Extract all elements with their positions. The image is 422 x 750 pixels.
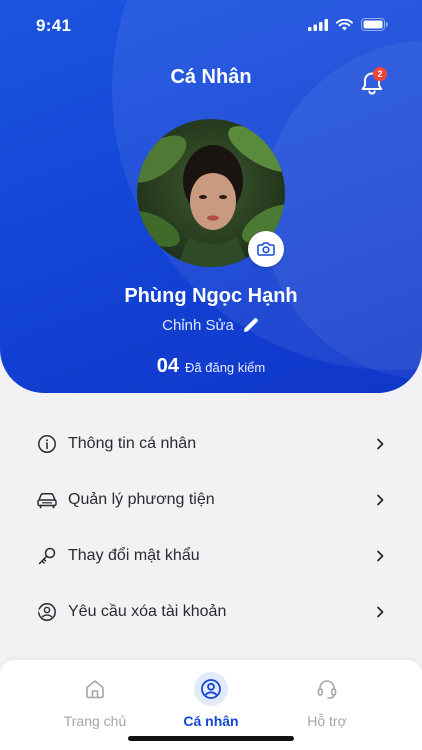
profile-name: Phùng Ngọc Hạnh bbox=[124, 285, 298, 307]
change-avatar-button[interactable] bbox=[248, 231, 284, 267]
tab-home[interactable]: Trang chủ bbox=[45, 672, 145, 729]
notification-badge: 2 bbox=[373, 67, 387, 81]
menu-item-label: Quản lý phương tiện bbox=[68, 491, 215, 508]
wifi-icon bbox=[336, 18, 353, 30]
edit-profile-link[interactable]: Chỉnh Sửa bbox=[0, 316, 422, 334]
menu-item-label: Thông tin cá nhân bbox=[68, 435, 197, 452]
headset-icon bbox=[310, 672, 344, 706]
pencil-icon bbox=[243, 318, 258, 332]
tab-label: Cá nhân bbox=[183, 713, 239, 729]
key-icon bbox=[36, 545, 58, 567]
camera-icon bbox=[257, 242, 275, 256]
tab-label: Trang chủ bbox=[63, 713, 127, 729]
tab-profile[interactable]: Cá nhân bbox=[161, 672, 261, 729]
tab-label: Hỗ trợ bbox=[307, 713, 347, 729]
menu-item-personal-info[interactable]: Thông tin cá nhân bbox=[0, 416, 422, 472]
edit-profile-label: Chỉnh Sửa bbox=[162, 316, 234, 334]
user-circle-icon bbox=[194, 672, 228, 706]
inspection-label: Đã đăng kiểm bbox=[185, 360, 266, 375]
menu-item-label: Thay đổi mật khẩu bbox=[68, 547, 200, 564]
chevron-right-icon bbox=[377, 606, 384, 618]
inspection-stat: 04 Đã đăng kiểm bbox=[0, 355, 422, 378]
status-time: 9:41 bbox=[36, 16, 72, 35]
chevron-right-icon bbox=[377, 494, 384, 506]
menu-item-delete-account[interactable]: Yêu cầu xóa tài khoản bbox=[0, 584, 422, 640]
profile-menu: Thông tin cá nhân Quản lý phương tiện Th… bbox=[0, 416, 422, 640]
tab-support[interactable]: Hỗ trợ bbox=[277, 672, 377, 729]
battery-icon bbox=[361, 18, 388, 31]
user-remove-icon bbox=[36, 601, 58, 623]
chevron-right-icon bbox=[377, 438, 384, 450]
signal-icon bbox=[308, 18, 328, 31]
menu-item-change-password[interactable]: Thay đổi mật khẩu bbox=[0, 528, 422, 584]
menu-item-vehicle-management[interactable]: Quản lý phương tiện bbox=[0, 472, 422, 528]
chevron-right-icon bbox=[377, 550, 384, 562]
info-icon bbox=[36, 433, 58, 455]
status-bar: 9:41 bbox=[0, 0, 422, 50]
inspection-count: 04 bbox=[156, 355, 180, 377]
car-icon bbox=[36, 489, 58, 511]
profile-header: 9:41 Cá Nhân 2 Phùng Ngọc Hạnh Chỉnh Sửa… bbox=[0, 0, 422, 393]
home-icon bbox=[78, 672, 112, 706]
menu-item-label: Yêu cầu xóa tài khoản bbox=[68, 603, 227, 620]
home-indicator bbox=[128, 736, 294, 741]
